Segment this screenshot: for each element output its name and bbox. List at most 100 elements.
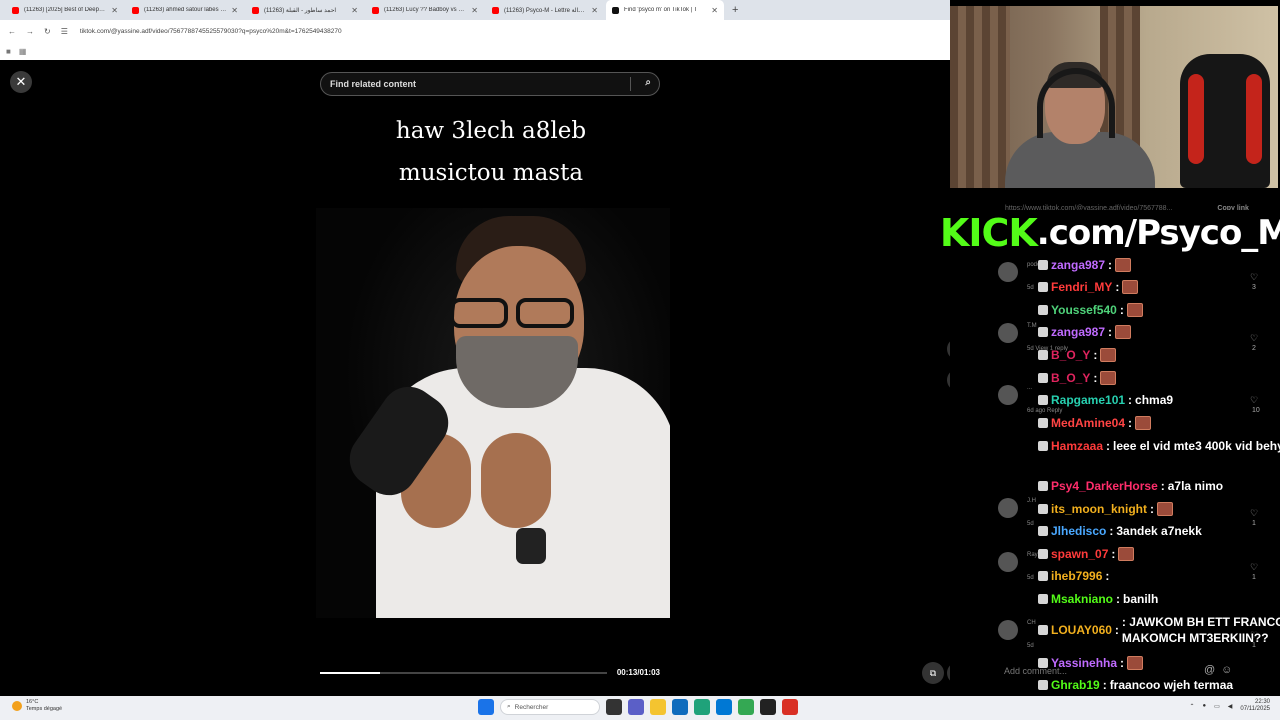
video-player[interactable]: Find related content ⌕ haw 3lech a8leb m… bbox=[312, 60, 670, 696]
tab-5[interactable]: (11263) Psyco-M - Lettre رسالة ✕ bbox=[486, 1, 604, 19]
comment-user[interactable]: ... bbox=[1027, 385, 1032, 391]
chat-username[interactable]: Ghrab19 bbox=[1051, 678, 1100, 692]
comment-avatar[interactable] bbox=[998, 323, 1018, 343]
store-icon[interactable] bbox=[672, 699, 688, 715]
chat-username[interactable]: LOUAY060 bbox=[1051, 623, 1112, 637]
comment-avatar[interactable] bbox=[998, 552, 1018, 572]
emote-icon bbox=[1135, 416, 1152, 430]
taskbar-search[interactable]: ⌕ Rechercher bbox=[500, 699, 600, 715]
video-progress-bar[interactable] bbox=[320, 672, 607, 674]
chevron-up-icon[interactable]: ⌃ bbox=[1189, 703, 1194, 710]
chat-separator: : bbox=[1115, 280, 1120, 294]
chat-message: Fendri_MY : bbox=[1038, 280, 1139, 294]
user-badge-icon bbox=[1038, 504, 1048, 514]
chair-stripe-left bbox=[1188, 74, 1204, 164]
chat-username[interactable]: Youssef540 bbox=[1051, 303, 1117, 317]
chat-username[interactable]: Hamzaaa bbox=[1051, 439, 1103, 453]
close-icon[interactable]: ✕ bbox=[10, 71, 32, 93]
clock[interactable]: 22:30 07/11/2025 bbox=[1240, 699, 1270, 713]
mic-icon[interactable]: ● bbox=[1202, 703, 1206, 709]
tab-3[interactable]: (11263) احمد ساطور - القبلة ✕ bbox=[246, 1, 364, 19]
network-icon[interactable]: ▭ bbox=[1214, 703, 1220, 710]
edge-icon[interactable] bbox=[694, 699, 710, 715]
close-tab-icon[interactable]: ✕ bbox=[711, 6, 718, 15]
start-icon[interactable] bbox=[478, 699, 494, 715]
chat-separator: : bbox=[1093, 348, 1098, 362]
chat-text: fraancoo wjeh termaa bbox=[1109, 678, 1234, 692]
chat-username[interactable]: B_O_Y bbox=[1051, 348, 1090, 362]
chat-separator: : bbox=[1106, 439, 1111, 453]
chat-message: spawn_07 : bbox=[1038, 547, 1135, 561]
back-icon[interactable]: ← bbox=[8, 27, 16, 36]
chat-text: 3andek a7nekk bbox=[1116, 524, 1202, 538]
add-comment-input[interactable]: Add comment... bbox=[1004, 666, 1067, 676]
comment-user[interactable]: T.M bbox=[1027, 323, 1037, 329]
progress-fill bbox=[320, 672, 381, 674]
chat-username[interactable]: spawn_07 bbox=[1051, 547, 1108, 561]
search-icon[interactable]: ⌕ bbox=[645, 77, 651, 88]
tab-2[interactable]: (11263) ahmed satour labes - Y ✕ bbox=[126, 1, 244, 19]
comment-avatar[interactable] bbox=[998, 385, 1018, 405]
close-tab-icon[interactable]: ✕ bbox=[471, 6, 478, 15]
reload-icon[interactable]: ↻ bbox=[44, 27, 51, 36]
new-tab-button[interactable]: + bbox=[726, 4, 744, 16]
url-field[interactable]: tiktok.com/@yassine.adf/video/7567788745… bbox=[80, 28, 342, 35]
bookmarks-bar: ■ ▦ bbox=[0, 42, 950, 60]
chat-username[interactable]: Msakniano bbox=[1051, 592, 1113, 606]
comment-avatar[interactable] bbox=[998, 262, 1018, 282]
chat-username[interactable]: zanga987 bbox=[1051, 325, 1105, 339]
chrome-icon[interactable] bbox=[738, 699, 754, 715]
close-tab-icon[interactable]: ✕ bbox=[231, 6, 238, 15]
like-icon[interactable]: ♡ bbox=[1250, 333, 1278, 344]
chat-username[interactable]: Jlhedisco bbox=[1051, 524, 1106, 538]
chat-message: Jlhedisco :3andek a7nekk bbox=[1038, 524, 1202, 538]
like-count: 1 bbox=[1252, 520, 1256, 527]
close-tab-icon[interactable]: ✕ bbox=[351, 6, 358, 15]
pip-icon: ⧉ bbox=[929, 667, 937, 678]
like-icon[interactable]: ♡ bbox=[1250, 562, 1278, 573]
site-info-icon[interactable]: ☰ bbox=[61, 27, 68, 36]
like-icon[interactable]: ♡ bbox=[1250, 272, 1278, 283]
tab-6-active[interactable]: Find 'psyco m' on TikTok | T ✕ bbox=[606, 0, 724, 20]
chat-username[interactable]: its_moon_knight bbox=[1051, 502, 1147, 516]
curtain-left bbox=[950, 6, 1010, 188]
mention-icon[interactable]: @ bbox=[1204, 664, 1215, 676]
pip-button[interactable]: ⧉ bbox=[922, 662, 944, 684]
comment-meta: 5d bbox=[1027, 285, 1034, 291]
chat-username[interactable]: Rapgame101 bbox=[1051, 393, 1125, 407]
speaker-icon[interactable]: ◀ bbox=[1228, 703, 1233, 710]
obs-icon[interactable] bbox=[760, 699, 776, 715]
comment-user[interactable]: CH bbox=[1027, 620, 1036, 626]
chat-username[interactable]: iheb7996 bbox=[1051, 569, 1102, 583]
comment-user[interactable]: J.H bbox=[1027, 498, 1036, 504]
close-tab-icon[interactable]: ✕ bbox=[111, 6, 118, 15]
task-view-icon[interactable] bbox=[606, 699, 622, 715]
clock-date: 07/11/2025 bbox=[1240, 706, 1270, 712]
comment-avatar[interactable] bbox=[998, 620, 1018, 640]
emoji-icon[interactable]: ☺ bbox=[1221, 664, 1232, 676]
apps-icon[interactable]: ▦ bbox=[19, 47, 27, 56]
chat-text: leee el vid mte3 400k vid behyy bbox=[1113, 439, 1280, 453]
file-explorer-icon[interactable] bbox=[650, 699, 666, 715]
forward-icon[interactable]: → bbox=[26, 27, 34, 36]
chat-separator: : bbox=[1105, 569, 1110, 583]
search-input[interactable]: Find related content ⌕ bbox=[320, 72, 660, 96]
chat-username[interactable]: MedAmine04 bbox=[1051, 416, 1125, 430]
chat-username[interactable]: Psy4_DarkerHorse bbox=[1051, 479, 1158, 493]
like-icon[interactable]: ♡ bbox=[1250, 395, 1278, 406]
outlook-icon[interactable] bbox=[716, 699, 732, 715]
chat-username[interactable]: Fendri_MY bbox=[1051, 280, 1112, 294]
speaker-glasses bbox=[446, 298, 586, 330]
app-icon[interactable] bbox=[782, 699, 798, 715]
youtube-icon bbox=[132, 6, 139, 14]
tab-4[interactable]: (11263) Lucy ?? Badboy vs psyco ✕ bbox=[366, 1, 484, 19]
tab-1[interactable]: (11263) [2025] Best of Deep Ho ✕ bbox=[6, 1, 124, 19]
close-tab-icon[interactable]: ✕ bbox=[591, 6, 598, 15]
like-icon[interactable]: ♡ bbox=[1250, 508, 1278, 519]
chat-username[interactable]: zanga987 bbox=[1051, 258, 1105, 272]
weather-widget[interactable]: 16°C Temps dégagé bbox=[12, 699, 62, 713]
teams-icon[interactable] bbox=[628, 699, 644, 715]
bookmark-icon[interactable]: ■ bbox=[6, 47, 11, 56]
comment-avatar[interactable] bbox=[998, 498, 1018, 518]
chat-username[interactable]: B_O_Y bbox=[1051, 371, 1090, 385]
